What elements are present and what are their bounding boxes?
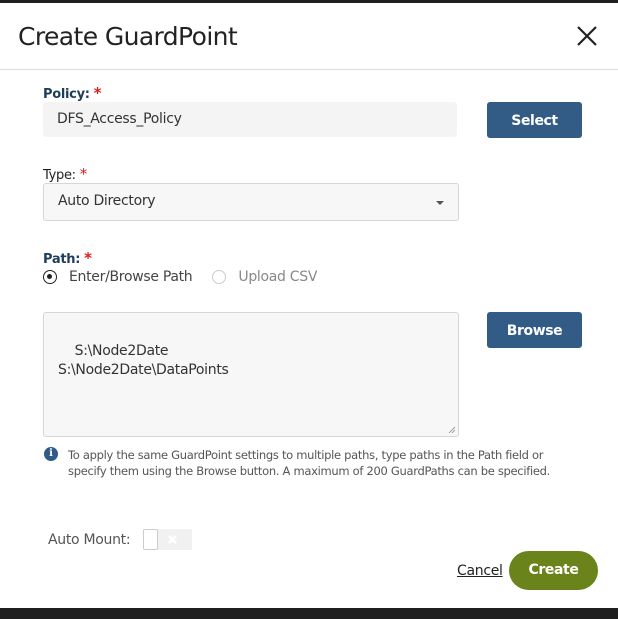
radio-enter-browse-path-label[interactable]: Enter/Browse Path <box>69 269 193 285</box>
policy-field[interactable]: DFS_Access_Policy <box>43 102 457 137</box>
auto-mount-label: Auto Mount: <box>48 532 131 548</box>
radio-upload-csv[interactable] <box>212 270 227 284</box>
dialog-title: Create GuardPoint <box>18 22 238 51</box>
path-help-text: To apply the same GuardPoint settings to… <box>68 448 550 478</box>
type-select-value: Auto Directory <box>58 193 156 209</box>
required-indicator: * <box>84 249 92 267</box>
type-label: Type: * <box>43 165 87 183</box>
path-label: Path: * <box>43 249 92 267</box>
required-indicator: * <box>79 165 88 183</box>
create-button[interactable]: Create <box>509 551 598 590</box>
type-label-text: Type: <box>43 168 76 183</box>
cancel-link[interactable]: Cancel <box>457 563 503 579</box>
auto-mount-toggle[interactable] <box>143 529 192 550</box>
path-textarea[interactable]: S:\Node2Date S:\Node2Date\DataPoints <box>43 312 459 437</box>
chevron-down-icon <box>436 201 444 205</box>
dialog-header: Create GuardPoint <box>0 3 618 70</box>
close-button[interactable] <box>574 23 600 49</box>
required-indicator: * <box>93 84 102 102</box>
close-icon <box>577 26 597 46</box>
resize-grip-icon[interactable] <box>448 426 456 434</box>
select-policy-button[interactable]: Select <box>487 102 582 138</box>
toggle-off-x-icon <box>168 535 177 544</box>
browse-button[interactable]: Browse <box>487 312 582 348</box>
toggle-knob <box>143 529 158 550</box>
type-select[interactable]: Auto Directory <box>43 183 459 221</box>
radio-upload-csv-label[interactable]: Upload CSV <box>238 269 317 285</box>
radio-enter-browse-path[interactable] <box>43 270 57 284</box>
path-mode-radio-group: Enter/Browse Path Upload CSV <box>43 267 317 287</box>
path-textarea-value: S:\Node2Date S:\Node2Date\DataPoints <box>58 343 229 378</box>
info-icon: i <box>44 447 58 461</box>
create-guardpoint-dialog: Create GuardPoint Policy: * DFS_Access_Po… <box>0 3 618 608</box>
policy-label-text: Policy: <box>43 87 90 102</box>
policy-label: Policy: * <box>43 84 101 102</box>
path-label-text: Path: <box>43 252 81 267</box>
